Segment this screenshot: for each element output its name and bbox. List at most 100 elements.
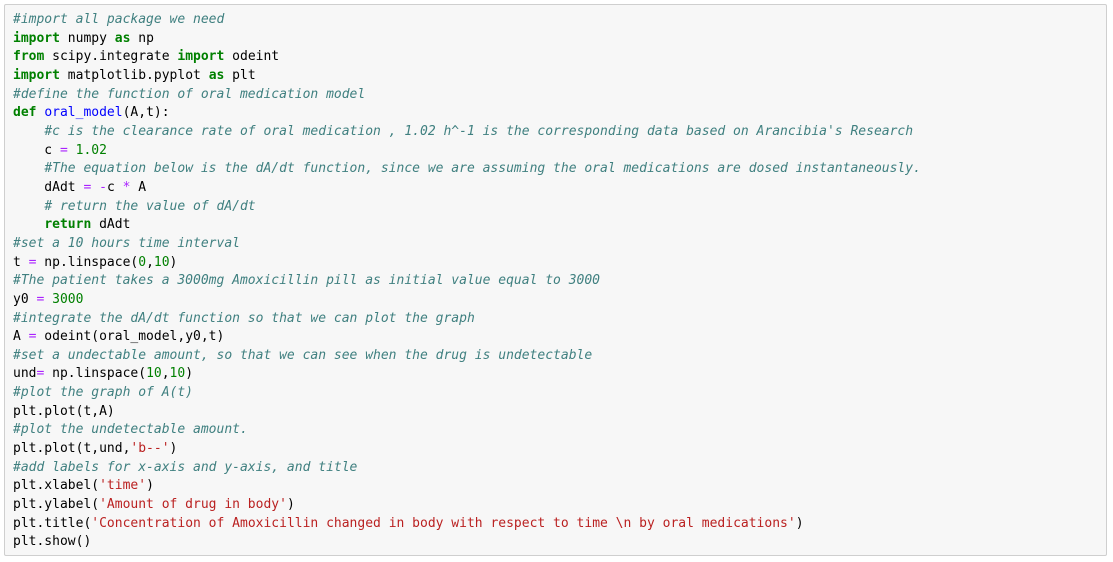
code-comment: #plot the undetectable amount. — [13, 422, 248, 438]
code-text: ) — [169, 441, 178, 457]
code-string: 'Concentration of Amoxicillin changed in… — [91, 515, 796, 531]
code-comment: #define the function of oral medication … — [13, 86, 366, 102]
code-line: dAdt = -c * A — [13, 179, 921, 198]
code-line: plt.xlabel('time') — [13, 477, 921, 496]
code-text: matplotlib.pyplot — [59, 67, 209, 83]
code-number: 10 — [146, 366, 162, 382]
code-keyword: as — [114, 30, 131, 46]
code-text: ) — [795, 515, 804, 531]
code-line: plt.show() — [13, 533, 921, 552]
code-text: , — [146, 254, 154, 270]
code-number: 0 — [138, 254, 147, 270]
code-line: A = odeint(oral_model,y0,t) — [13, 328, 921, 347]
code-line: c = 1.02 — [13, 142, 921, 161]
code-line: #plot the graph of A(t) — [13, 384, 921, 403]
code-text: t — [13, 254, 29, 270]
code-line: plt.plot(t,und,'b--') — [13, 440, 921, 459]
code-text: c — [13, 142, 60, 158]
code-text: dAdt — [91, 217, 131, 233]
code-keyword: import — [13, 67, 60, 83]
code-comment: # return the value of dA/dt — [44, 198, 256, 214]
code-text: c — [106, 179, 123, 195]
code-text: np.linspace( — [44, 366, 147, 382]
code-comment: #set a undectable amount, so that we can… — [13, 347, 593, 363]
code-editor[interactable]: #import all package we need import numpy … — [13, 11, 921, 552]
code-line: def oral_model(A,t): — [13, 104, 921, 123]
code-keyword: import — [13, 30, 60, 46]
code-text: plt.plot(t,A) — [13, 403, 115, 419]
code-text: odeint(oral_model,y0,t) — [36, 329, 225, 345]
code-line: #define the function of oral medication … — [13, 86, 921, 105]
code-text: plt.plot(t,und, — [13, 441, 131, 457]
code-line: t = np.linspace(0,10) — [13, 254, 921, 273]
code-line: plt.title('Concentration of Amoxicillin … — [13, 515, 921, 534]
code-line: #import all package we need — [13, 11, 921, 30]
code-comment: #import all package we need — [13, 12, 225, 27]
code-text: plt.xlabel( — [13, 478, 100, 494]
code-text: (A,t): — [122, 105, 170, 121]
code-number: 10 — [169, 366, 186, 382]
code-keyword: import — [177, 49, 225, 65]
code-text: dAdt — [13, 179, 84, 195]
code-comment: #The equation below is the dA/dt functio… — [44, 161, 921, 177]
code-line: y0 = 3000 — [13, 291, 921, 310]
code-keyword: from — [13, 49, 45, 65]
code-text: A — [13, 329, 29, 345]
code-text: np.linspace( — [36, 254, 139, 270]
code-text: ) — [169, 254, 178, 270]
code-operator: - — [99, 179, 107, 195]
code-comment: #The patient takes a 3000mg Amoxicillin … — [13, 273, 600, 289]
code-text: und — [13, 366, 37, 382]
code-string: 'time' — [99, 478, 147, 494]
code-text: odeint — [224, 49, 280, 65]
code-string: 'b--' — [130, 441, 170, 457]
code-text: , — [161, 366, 170, 382]
code-text: plt — [224, 67, 256, 83]
code-line: plt.plot(t,A) — [13, 403, 921, 422]
code-comment: #set a 10 hours time interval — [13, 235, 240, 251]
code-text: A — [130, 179, 147, 195]
code-text: ) — [185, 366, 194, 382]
code-line: import matplotlib.pyplot as plt — [13, 67, 921, 86]
code-line: #The patient takes a 3000mg Amoxicillin … — [13, 272, 921, 291]
code-keyword: as — [208, 67, 225, 83]
code-line: #add labels for x-axis and y-axis, and t… — [13, 459, 921, 478]
code-text: numpy — [59, 30, 115, 46]
code-line: #set a 10 hours time interval — [13, 235, 921, 254]
code-text: scipy.integrate — [44, 49, 178, 65]
code-number: 3000 — [52, 291, 84, 307]
code-comment: #c is the clearance rate of oral medicat… — [44, 123, 914, 139]
code-function-name: oral_model — [44, 105, 123, 121]
code-line: #c is the clearance rate of oral medicat… — [13, 123, 921, 142]
code-line: plt.ylabel('Amount of drug in body') — [13, 496, 921, 515]
code-comment: #integrate the dA/dt function so that we… — [13, 310, 475, 326]
code-comment: #plot the graph of A(t) — [13, 385, 194, 401]
code-line: #plot the undetectable amount. — [13, 421, 921, 440]
code-keyword: return — [44, 217, 92, 233]
code-text: y0 — [13, 291, 37, 307]
code-comment: #add labels for x-axis and y-axis, and t… — [13, 459, 358, 475]
code-line: # return the value of dA/dt — [13, 198, 921, 217]
code-line: #set a undectable amount, so that we can… — [13, 347, 921, 366]
code-cell-input[interactable]: #import all package we need import numpy … — [4, 4, 1107, 556]
code-string: 'Amount of drug in body' — [99, 497, 287, 513]
code-operator: = — [59, 142, 68, 158]
code-line: import numpy as np — [13, 30, 921, 49]
code-line: und= np.linspace(10,10) — [13, 365, 921, 384]
code-line: from scipy.integrate import odeint — [13, 48, 921, 67]
code-text: plt.title( — [13, 515, 92, 531]
code-line: return dAdt — [13, 216, 921, 235]
code-text: ) — [286, 497, 295, 513]
code-text: ) — [146, 478, 154, 494]
code-number: 10 — [153, 254, 170, 270]
code-text: plt.show() — [13, 534, 92, 550]
code-keyword: def — [13, 105, 37, 121]
code-text: np — [130, 30, 154, 46]
